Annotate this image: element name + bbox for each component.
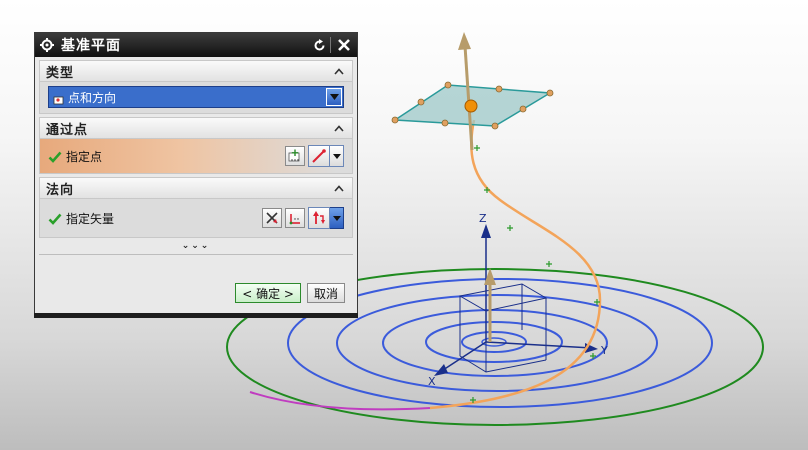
chevron-up-icon[interactable]: [332, 64, 346, 78]
section-normal-label: 法向: [46, 182, 75, 198]
section-through-point-body: 指定点: [39, 139, 353, 174]
gear-icon[interactable]: [39, 37, 55, 53]
chevron-up-icon[interactable]: [332, 181, 346, 195]
dialog-title: 基准平面: [61, 38, 121, 54]
type-select-value: 点和方向: [68, 90, 117, 105]
inferred-vector-selector[interactable]: [308, 207, 344, 229]
check-icon: [48, 149, 62, 163]
chevron-down-icon[interactable]: [330, 145, 344, 167]
reset-icon[interactable]: [310, 36, 328, 54]
axis-y-label: Y: [600, 344, 608, 357]
point-plane-icon: [53, 91, 65, 105]
section-type-label: 类型: [46, 65, 75, 81]
chevron-down-icon[interactable]: [330, 207, 344, 229]
dialog-divider: [39, 254, 353, 255]
ok-button[interactable]: < 确定 >: [235, 283, 301, 303]
section-through-point-label: 通过点: [46, 122, 89, 138]
cancel-button[interactable]: 取消: [306, 283, 345, 303]
check-icon: [48, 211, 62, 225]
inferred-point-icon[interactable]: [308, 145, 330, 167]
vector-dialog-icon[interactable]: [262, 208, 282, 228]
axis-z-label: Z: [479, 212, 487, 225]
specify-point-row[interactable]: 指定点: [40, 139, 352, 173]
chevron-down-icon[interactable]: [326, 88, 342, 106]
specify-point-label: 指定点: [66, 149, 103, 164]
viewport[interactable]: Z Y X 基准平面 类型 点和方向 通过点 指定点 法向 指定矢量 ⌄⌄⌄ <…: [0, 0, 808, 450]
section-type-header[interactable]: 类型: [39, 60, 353, 82]
close-icon[interactable]: [335, 36, 353, 54]
chevron-up-icon[interactable]: [332, 121, 346, 135]
section-type-body: 点和方向: [39, 82, 353, 114]
plane-origin-handle[interactable]: [464, 99, 478, 113]
section-through-point-header[interactable]: 通过点: [39, 117, 353, 139]
axis-x-label: X: [428, 375, 436, 388]
vector-constructor-icon[interactable]: [285, 208, 305, 228]
type-select[interactable]: 点和方向: [48, 86, 344, 108]
specify-vector-label: 指定矢量: [66, 211, 115, 226]
section-normal-body: 指定矢量: [39, 199, 353, 238]
dialog-footer: < 确定 > 取消: [229, 283, 345, 303]
more-options-label: ⌄⌄⌄: [181, 241, 211, 251]
inferred-point-selector[interactable]: [308, 145, 344, 167]
section-normal-header[interactable]: 法向: [39, 177, 353, 199]
path-curve[interactable]: [429, 119, 602, 410]
point-dialog-icon[interactable]: [285, 146, 305, 166]
inferred-vector-icon[interactable]: [308, 207, 330, 229]
more-options-toggle[interactable]: ⌄⌄⌄: [39, 240, 353, 252]
specify-vector-row[interactable]: 指定矢量: [48, 203, 344, 233]
datum-plane-dialog: 基准平面 类型 点和方向 通过点 指定点 法向 指定矢量 ⌄⌄⌄ < 确定 > …: [34, 32, 358, 318]
dialog-titlebar[interactable]: 基准平面: [35, 33, 357, 57]
titlebar-separator: [330, 37, 331, 53]
